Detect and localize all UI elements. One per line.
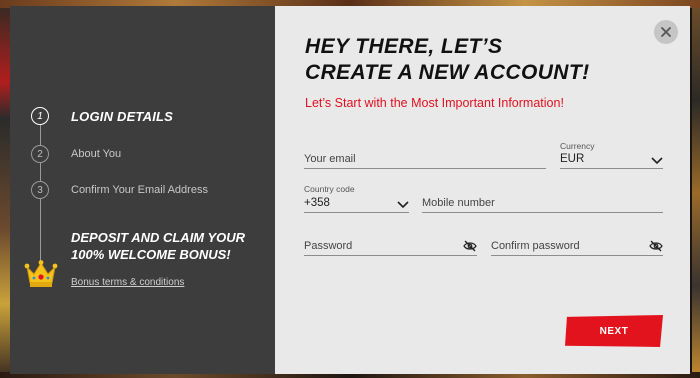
steps-panel: 1 LOGIN DETAILS 2 About You 3 Confirm Yo… (10, 6, 275, 374)
eye-hidden-icon[interactable] (463, 240, 477, 252)
close-button[interactable] (654, 20, 678, 44)
close-icon (661, 27, 671, 37)
background-strip-left (0, 8, 10, 378)
mobile-placeholder: Mobile number (422, 197, 495, 209)
next-button[interactable]: NEXT (565, 315, 663, 347)
chevron-down-icon (651, 157, 663, 165)
currency-value: EUR (560, 153, 585, 165)
background-strip-right (692, 8, 700, 378)
step-about-you: 2 About You (31, 145, 121, 163)
eye-hidden-icon[interactable] (649, 240, 663, 252)
page-title: HEY THERE, LET’S CREATE A NEW ACCOUNT! (305, 34, 590, 86)
crown-icon (24, 260, 58, 287)
bonus-title: DEPOSIT AND CLAIM YOUR 100% WELCOME BONU… (71, 230, 246, 262)
step-number: 3 (31, 181, 49, 199)
step-number: 2 (31, 145, 49, 163)
step-number: 1 (31, 107, 49, 125)
email-field[interactable]: Your email (304, 149, 546, 169)
confirm-password-placeholder: Confirm password (491, 240, 580, 252)
title-line-2: CREATE A NEW ACCOUNT! (305, 61, 590, 84)
registration-modal: 1 LOGIN DETAILS 2 About You 3 Confirm Yo… (10, 6, 690, 374)
country-code-select[interactable]: +358 (304, 193, 409, 213)
currency-select[interactable]: EUR (560, 149, 663, 169)
step-label: LOGIN DETAILS (71, 108, 174, 124)
form-panel: HEY THERE, LET’S CREATE A NEW ACCOUNT! L… (275, 6, 690, 374)
chevron-down-icon (397, 201, 409, 209)
step-login-details: 1 LOGIN DETAILS (31, 107, 173, 125)
step-label: Confirm Your Email Address (71, 184, 208, 196)
email-placeholder: Your email (304, 153, 356, 165)
password-field[interactable]: Password (304, 236, 477, 256)
title-line-1: HEY THERE, LET’S (305, 35, 503, 58)
country-code-value: +358 (304, 197, 330, 209)
step-confirm-email: 3 Confirm Your Email Address (31, 181, 208, 199)
confirm-password-field[interactable]: Confirm password (491, 236, 663, 256)
page-subtitle: Let’s Start with the Most Important Info… (305, 96, 564, 110)
password-placeholder: Password (304, 240, 353, 252)
mobile-number-field[interactable]: Mobile number (422, 193, 663, 213)
step-label: About You (71, 148, 122, 160)
bonus-terms-link[interactable]: Bonus terms & conditions (71, 277, 184, 288)
